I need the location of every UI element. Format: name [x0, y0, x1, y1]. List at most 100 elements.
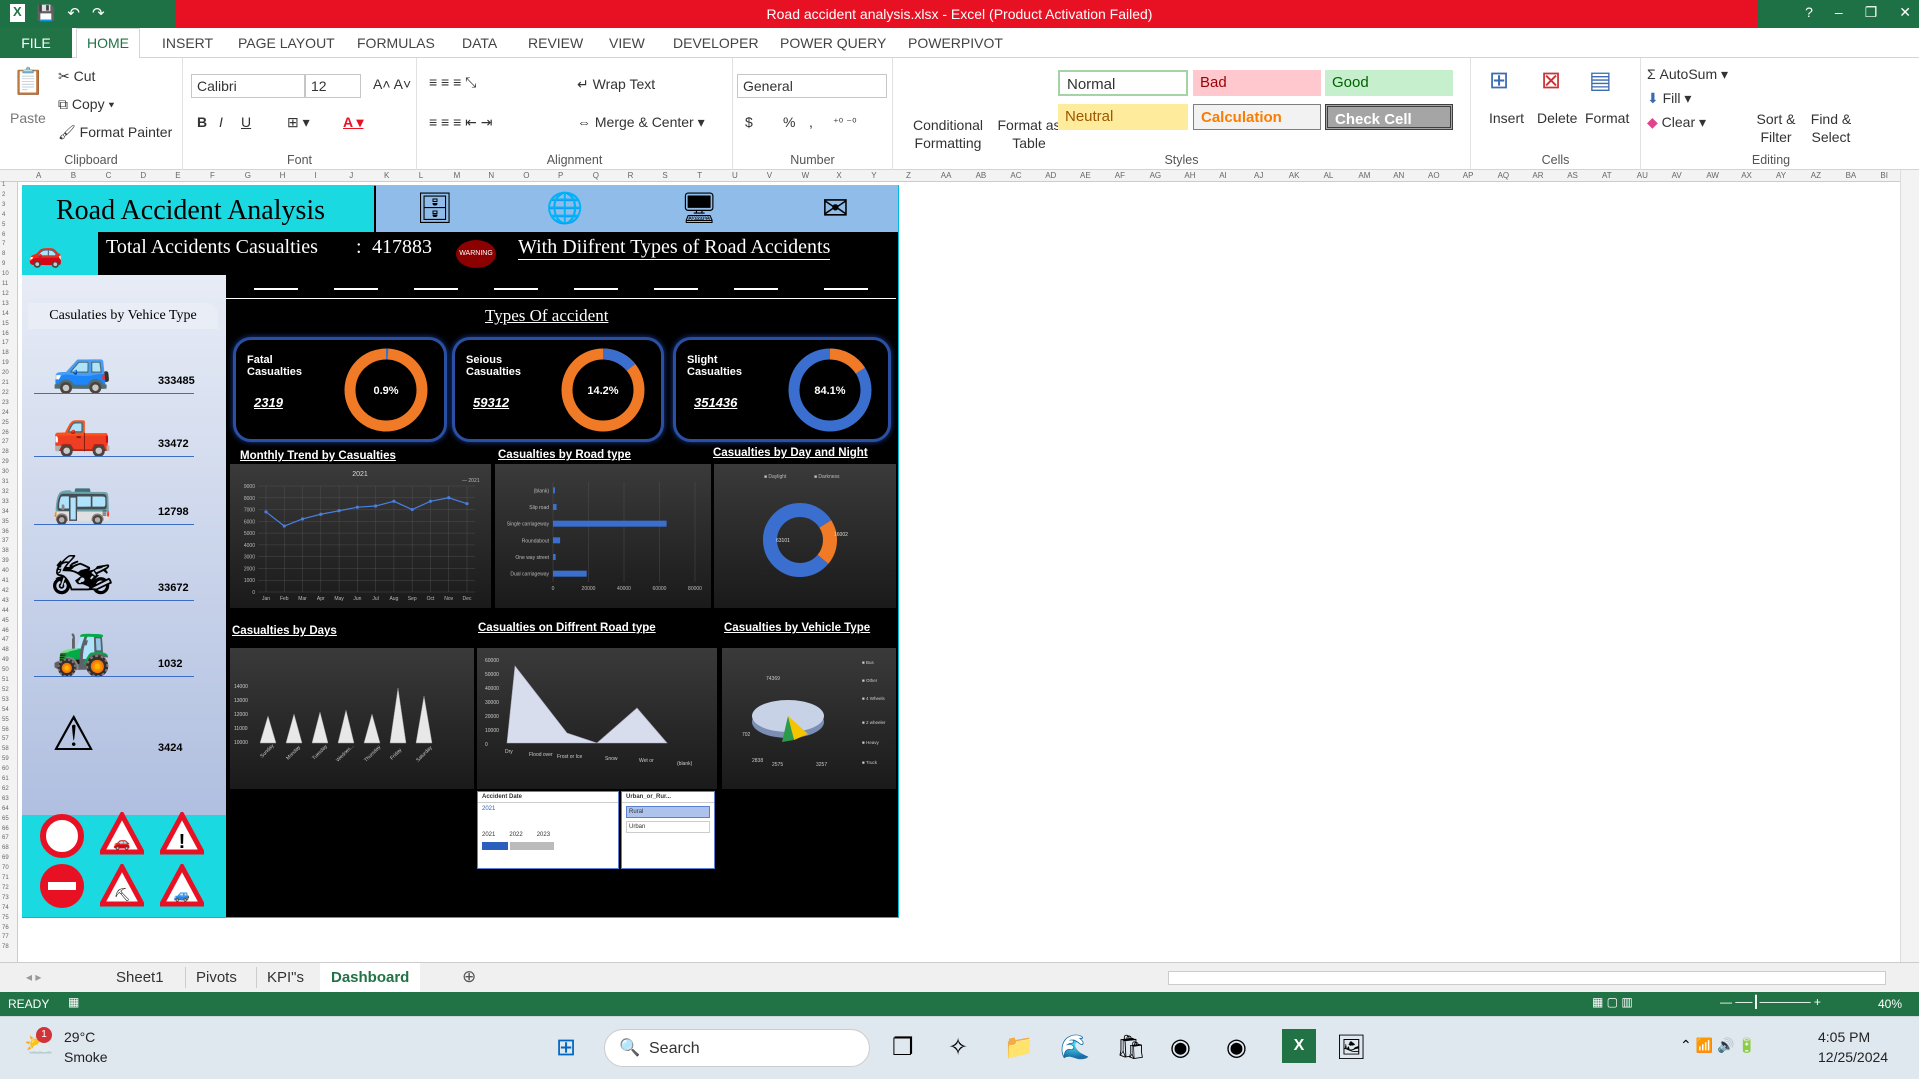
row-header[interactable]: 52: [2, 687, 9, 693]
column-header[interactable]: AQ: [1498, 171, 1510, 180]
row-header[interactable]: 51: [2, 677, 9, 683]
row-header[interactable]: 39: [2, 558, 9, 564]
edge-icon[interactable]: 🌊: [1060, 1033, 1090, 1062]
row-header[interactable]: 28: [2, 449, 9, 455]
currency-button[interactable]: $: [745, 114, 753, 130]
tab-data[interactable]: DATA: [462, 35, 497, 51]
number-format-select[interactable]: General: [737, 74, 887, 98]
row-header[interactable]: 34: [2, 509, 9, 515]
row-header[interactable]: 45: [2, 618, 9, 624]
minimize-button[interactable]: –: [1835, 4, 1843, 21]
row-header[interactable]: 63: [2, 796, 9, 802]
style-good[interactable]: Good: [1325, 70, 1453, 96]
row-header[interactable]: 60: [2, 766, 9, 772]
column-header[interactable]: A: [36, 171, 41, 180]
row-header[interactable]: 7: [2, 241, 5, 247]
column-header[interactable]: H: [280, 171, 286, 180]
cut-button[interactable]: ✂ Cut: [58, 68, 95, 85]
row-header[interactable]: 18: [2, 350, 9, 356]
style-calculation[interactable]: Calculation: [1193, 104, 1321, 130]
row-header[interactable]: 22: [2, 390, 9, 396]
vehicle3d-chart[interactable]: 74369 702 2838 2575 3257 ■ Bus ■ Other ■ 4 Whe…: [722, 648, 896, 789]
row-header[interactable]: 25: [2, 420, 9, 426]
underline-button[interactable]: U: [241, 114, 251, 130]
tab-sheet1[interactable]: Sheet1: [106, 967, 174, 988]
delete-button[interactable]: Delete: [1537, 110, 1577, 126]
row-header[interactable]: 4: [2, 212, 5, 218]
column-header[interactable]: B: [71, 171, 76, 180]
date-year-2022[interactable]: 2022: [509, 832, 522, 838]
style-bad[interactable]: Bad: [1193, 70, 1321, 96]
comma-button[interactable]: ,: [809, 114, 813, 130]
wrap-text-button[interactable]: ↵ Wrap Text: [577, 76, 655, 93]
view-icons[interactable]: ▦ ▢ ▥: [1592, 995, 1633, 1009]
row-header[interactable]: 54: [2, 707, 9, 713]
row-header[interactable]: 19: [2, 360, 9, 366]
column-header[interactable]: AL: [1324, 171, 1334, 180]
row-header[interactable]: 10: [2, 271, 9, 277]
row-header[interactable]: 46: [2, 628, 9, 634]
row-header[interactable]: 9: [2, 261, 5, 267]
clear-button[interactable]: ◆ Clear ▾: [1647, 114, 1706, 131]
column-header[interactable]: BA: [1846, 171, 1857, 180]
tab-home[interactable]: HOME: [76, 28, 140, 59]
column-header[interactable]: AT: [1602, 171, 1612, 180]
percent-button[interactable]: %: [783, 114, 795, 130]
row-header[interactable]: 47: [2, 637, 9, 643]
row-header[interactable]: 17: [2, 340, 9, 346]
vertical-scrollbar[interactable]: [1900, 170, 1919, 962]
tab-kpis[interactable]: KPI"s: [256, 967, 314, 988]
column-header[interactable]: R: [628, 171, 634, 180]
tab-page-layout[interactable]: PAGE LAYOUT: [238, 35, 335, 51]
area-item-rural[interactable]: Rural: [626, 806, 710, 818]
column-header[interactable]: Y: [871, 171, 876, 180]
row-header[interactable]: 38: [2, 548, 9, 554]
taskbar-search[interactable]: 🔍 Search: [604, 1029, 870, 1067]
column-header[interactable]: AF: [1115, 171, 1125, 180]
tab-power-query[interactable]: POWER QUERY: [780, 35, 886, 51]
column-header[interactable]: BI: [1880, 171, 1888, 180]
daynight-chart[interactable]: ■ Daylight ■ Darkness 63101 16002: [714, 464, 896, 608]
file-explorer-icon[interactable]: 📁: [1004, 1033, 1034, 1062]
row-header[interactable]: 70: [2, 865, 9, 871]
row-header[interactable]: 67: [2, 835, 9, 841]
align-icons[interactable]: ≡ ≡ ≡ ⤡: [429, 74, 476, 91]
area-slicer[interactable]: Urban_or_Rur... Rural Urban: [621, 791, 715, 869]
column-header[interactable]: AK: [1289, 171, 1300, 180]
sort-filter-button[interactable]: Sort & Filter: [1751, 110, 1801, 146]
row-header[interactable]: 66: [2, 826, 9, 832]
row-header[interactable]: 49: [2, 657, 9, 663]
row-header[interactable]: 56: [2, 727, 9, 733]
row-header[interactable]: 14: [2, 311, 9, 317]
close-button[interactable]: ✕: [1899, 4, 1911, 21]
fill-button[interactable]: ⬇ Fill ▾: [1647, 90, 1691, 107]
row-header[interactable]: 24: [2, 410, 9, 416]
insert-button[interactable]: Insert: [1489, 110, 1524, 126]
road-type-chart[interactable]: 0 20000 40000 60000 80000 (blank) Slip road Sin…: [495, 464, 711, 608]
row-header[interactable]: 35: [2, 519, 9, 525]
tab-formulas[interactable]: FORMULAS: [357, 35, 435, 51]
monthly-chart[interactable]: 2021 — 2021 0 1000 2000 3000 4000 5000 6000 7000 8…: [230, 464, 491, 608]
date-year-2023[interactable]: 2023: [537, 832, 550, 838]
column-header[interactable]: AJ: [1254, 171, 1263, 180]
row-header[interactable]: 62: [2, 786, 9, 792]
format-painter-button[interactable]: 🖌 Format Painter: [58, 124, 172, 141]
column-header[interactable]: O: [523, 171, 529, 180]
area-item-urban[interactable]: Urban: [626, 821, 710, 833]
date-slicer[interactable]: Accident Date 2021 2021 2022 2023: [477, 791, 619, 869]
column-header[interactable]: C: [106, 171, 112, 180]
chrome-profile-icon[interactable]: ◉: [1226, 1033, 1247, 1062]
borders-icon[interactable]: ⊞ ▾: [287, 114, 310, 131]
tab-pivots[interactable]: Pivots: [185, 967, 247, 988]
column-header[interactable]: AG: [1150, 171, 1162, 180]
align-h-icons[interactable]: ≡ ≡ ≡ ⇤ ⇥: [429, 114, 493, 131]
row-header[interactable]: 68: [2, 845, 9, 851]
row-header[interactable]: 53: [2, 697, 9, 703]
row-header[interactable]: 75: [2, 915, 9, 921]
column-header[interactable]: K: [384, 171, 389, 180]
column-header[interactable]: AP: [1463, 171, 1474, 180]
row-header[interactable]: 20: [2, 370, 9, 376]
add-sheet-icon[interactable]: ⊕: [462, 967, 476, 987]
paste-button[interactable]: Paste: [10, 110, 46, 126]
row-header[interactable]: 33: [2, 499, 9, 505]
